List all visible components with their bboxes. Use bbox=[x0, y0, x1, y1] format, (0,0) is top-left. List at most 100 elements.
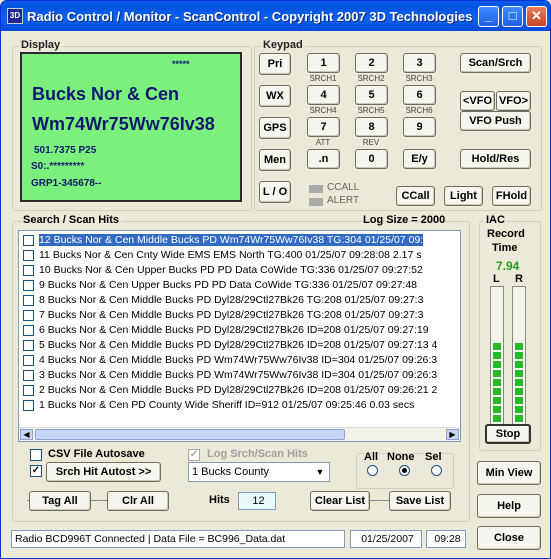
county-select[interactable]: 1 Bucks County ▼ bbox=[188, 462, 330, 482]
none-radio-label: None bbox=[387, 451, 415, 463]
save-list-button[interactable]: Save List bbox=[389, 491, 451, 511]
key-0-button[interactable]: 0 bbox=[355, 149, 388, 169]
level-segment bbox=[493, 343, 501, 350]
vfo-push-button[interactable]: VFO Push bbox=[460, 111, 531, 131]
wx-button[interactable]: WX bbox=[259, 85, 291, 107]
none-radio[interactable] bbox=[399, 465, 410, 476]
row-checkbox[interactable] bbox=[23, 295, 34, 306]
lockout-button[interactable]: L / O bbox=[259, 181, 291, 203]
help-button[interactable]: Help bbox=[477, 494, 541, 518]
level-segment bbox=[493, 352, 501, 359]
row-checkbox[interactable] bbox=[23, 265, 34, 276]
vfo-right-button[interactable]: VFO> bbox=[496, 91, 531, 111]
lcd-line2: Wm74Wr75Ww76Iv38 bbox=[32, 114, 215, 134]
fhold-button[interactable]: FHold bbox=[492, 186, 531, 206]
sel-radio[interactable] bbox=[431, 465, 442, 476]
minimize-button[interactable]: _ bbox=[478, 6, 499, 27]
men-button[interactable]: Men bbox=[259, 149, 291, 171]
key-7-sub: ATT bbox=[315, 138, 331, 147]
main-window: 3D Radio Control / Monitor - ScanControl… bbox=[0, 0, 551, 559]
lcd-group: GRP1-345678-- bbox=[31, 178, 102, 189]
level-segment bbox=[515, 361, 523, 368]
key-1-button[interactable]: 1 bbox=[307, 53, 340, 73]
row-checkbox[interactable] bbox=[23, 325, 34, 336]
level-segment bbox=[515, 379, 523, 386]
horizontal-scrollbar[interactable]: ◀ ▶ bbox=[19, 427, 460, 441]
key-dot-button[interactable]: .n bbox=[307, 149, 340, 169]
list-item[interactable]: 6 Bucks Nor & Cen Middle Bucks PD Dyl28/… bbox=[19, 323, 460, 338]
key-3-button[interactable]: 3 bbox=[403, 53, 436, 73]
sel-radio-label: Sel bbox=[425, 451, 442, 463]
record-label: Record bbox=[487, 228, 525, 240]
row-checkbox[interactable] bbox=[23, 355, 34, 366]
right-channel-label: R bbox=[515, 273, 523, 285]
hits-list[interactable]: 12 Bucks Nor & Cen Middle Bucks PD Wm74W… bbox=[18, 230, 461, 442]
clear-list-button[interactable]: Clear List bbox=[310, 491, 370, 511]
scroll-right-icon[interactable]: ▶ bbox=[446, 429, 459, 440]
list-item[interactable]: 4 Bucks Nor & Cen Middle Bucks PD Wm74Wr… bbox=[19, 353, 460, 368]
key-enter-button[interactable]: E/y bbox=[403, 149, 436, 169]
list-item[interactable]: 12 Bucks Nor & Cen Middle Bucks PD Wm74W… bbox=[19, 233, 460, 248]
key-9-button[interactable]: 9 bbox=[403, 117, 436, 137]
key-4-button[interactable]: 4 bbox=[307, 85, 340, 105]
list-item[interactable]: 2 Bucks Nor & Cen Middle Bucks PD Dyl28/… bbox=[19, 383, 460, 398]
level-segment bbox=[515, 415, 523, 422]
key-5-button[interactable]: 5 bbox=[355, 85, 388, 105]
light-button[interactable]: Light bbox=[444, 186, 483, 206]
row-checkbox[interactable] bbox=[23, 235, 34, 246]
pri-button[interactable]: Pri bbox=[259, 53, 291, 75]
row-checkbox[interactable] bbox=[23, 400, 34, 411]
row-checkbox[interactable] bbox=[23, 370, 34, 381]
row-checkbox[interactable] bbox=[23, 385, 34, 396]
level-segment bbox=[515, 343, 523, 350]
row-checkbox[interactable] bbox=[23, 310, 34, 321]
stop-button[interactable]: Stop bbox=[485, 424, 531, 444]
log-srch-checkbox[interactable]: ✓ bbox=[188, 449, 200, 461]
list-item[interactable]: 9 Bucks Nor & Cen Upper Bucks PD PD Data… bbox=[19, 278, 460, 293]
alert-led-indicator bbox=[309, 198, 323, 206]
scan-srch-button[interactable]: Scan/Srch bbox=[460, 53, 531, 73]
row-checkbox[interactable] bbox=[23, 340, 34, 351]
list-item[interactable]: 10 Bucks Nor & Cen Upper Bucks PD PD Dat… bbox=[19, 263, 460, 278]
srch-autost-checkbox[interactable]: ✓ bbox=[30, 465, 42, 477]
clr-all-button[interactable]: Clr All bbox=[107, 491, 169, 511]
maximize-button[interactable]: □ bbox=[502, 6, 523, 27]
list-item[interactable]: 7 Bucks Nor & Cen Middle Bucks PD Dyl28/… bbox=[19, 308, 460, 323]
key-8-sub: REV bbox=[362, 138, 380, 147]
list-item[interactable]: 11 Bucks Nor & Cen Cnty Wide EMS EMS Nor… bbox=[19, 248, 460, 263]
hits-count-label: Hits bbox=[209, 494, 230, 506]
list-item[interactable]: 1 Bucks Nor & Cen PD County Wide Sheriff… bbox=[19, 398, 460, 413]
key-7-button[interactable]: 7 bbox=[307, 117, 340, 137]
level-segment bbox=[515, 388, 523, 395]
hold-res-button[interactable]: Hold/Res bbox=[460, 149, 531, 169]
county-select-value: 1 Bucks County bbox=[192, 466, 270, 478]
row-checkbox[interactable] bbox=[23, 250, 34, 261]
key-6-sub: SRCH6 bbox=[405, 106, 433, 115]
all-radio[interactable] bbox=[367, 465, 378, 476]
list-item[interactable]: 3 Bucks Nor & Cen Middle Bucks PD Wm74Wr… bbox=[19, 368, 460, 383]
level-segment bbox=[515, 352, 523, 359]
scroll-thumb[interactable] bbox=[35, 429, 345, 440]
list-item[interactable]: 5 Bucks Nor & Cen Middle Bucks PD Dyl28/… bbox=[19, 338, 460, 353]
min-view-button[interactable]: Min View bbox=[477, 461, 541, 485]
close-window-button[interactable]: ✕ bbox=[526, 6, 547, 27]
chevron-down-icon[interactable]: ▼ bbox=[312, 464, 328, 480]
app-icon: 3D bbox=[7, 8, 23, 24]
list-item[interactable]: 8 Bucks Nor & Cen Middle Bucks PD Dyl28/… bbox=[19, 293, 460, 308]
window-title: Radio Control / Monitor - ScanControl - … bbox=[27, 9, 473, 24]
key-8-button[interactable]: 8 bbox=[355, 117, 388, 137]
key-6-button[interactable]: 6 bbox=[403, 85, 436, 105]
tag-all-button[interactable]: Tag All bbox=[29, 491, 91, 511]
row-checkbox[interactable] bbox=[23, 280, 34, 291]
close-button[interactable]: Close bbox=[477, 526, 541, 550]
ccall-button[interactable]: CCall bbox=[396, 186, 435, 206]
hits-count-field: 12 bbox=[238, 492, 276, 510]
key-2-button[interactable]: 2 bbox=[355, 53, 388, 73]
gps-button[interactable]: GPS bbox=[259, 117, 291, 139]
level-segment bbox=[493, 406, 501, 413]
csv-autosave-checkbox[interactable] bbox=[30, 449, 42, 461]
scroll-left-icon[interactable]: ◀ bbox=[20, 429, 33, 440]
title-bar[interactable]: 3D Radio Control / Monitor - ScanControl… bbox=[1, 1, 550, 31]
srch-hit-autost-button[interactable]: Srch Hit Autost >> bbox=[46, 462, 161, 482]
vfo-left-button[interactable]: <VFO bbox=[460, 91, 495, 111]
